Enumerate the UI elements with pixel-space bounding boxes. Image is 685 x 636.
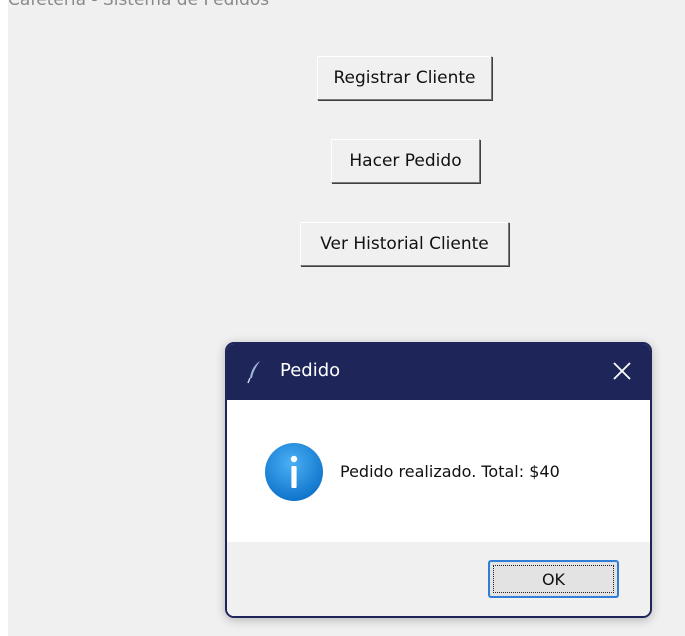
dialog-footer: OK <box>227 542 650 616</box>
info-icon <box>264 442 324 502</box>
ver-historial-cliente-label: Ver Historial Cliente <box>320 234 489 254</box>
dialog-body: Pedido realizado. Total: $40 <box>227 400 650 542</box>
dialog-title: Pedido <box>280 360 341 381</box>
ver-historial-cliente-button[interactable]: Ver Historial Cliente <box>300 222 509 266</box>
registrar-cliente-button[interactable]: Registrar Cliente <box>317 56 492 100</box>
ok-button[interactable]: OK <box>488 560 619 598</box>
window-title: Cafetería - Sistema de Pedidos <box>8 0 270 10</box>
feather-icon <box>247 360 263 384</box>
pedido-dialog: Pedido Pedido realizado. Total: $40 OK <box>225 342 652 618</box>
ok-focus-ring <box>493 565 614 593</box>
dialog-titlebar[interactable]: Pedido <box>227 344 650 400</box>
dialog-message: Pedido realizado. Total: $40 <box>340 462 560 481</box>
hacer-pedido-label: Hacer Pedido <box>349 151 462 171</box>
close-icon[interactable] <box>610 359 634 383</box>
hacer-pedido-button[interactable]: Hacer Pedido <box>331 139 480 183</box>
registrar-cliente-label: Registrar Cliente <box>333 68 476 88</box>
